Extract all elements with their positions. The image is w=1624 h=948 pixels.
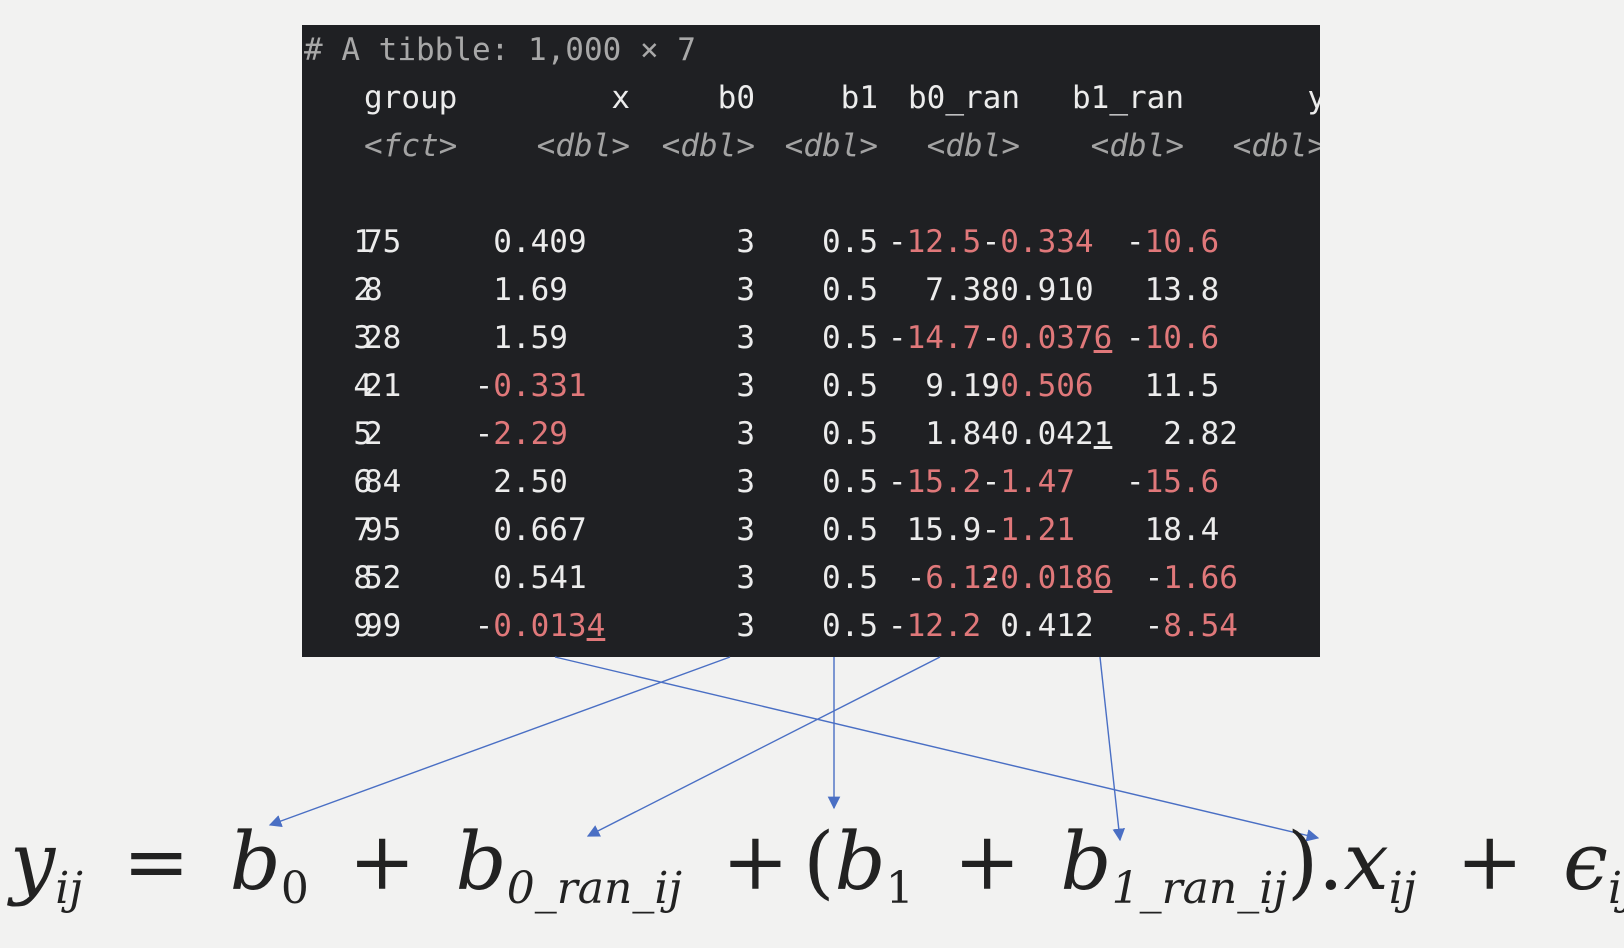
arrow-x-to-x-term [554, 656, 1320, 842]
mapping-arrows [268, 656, 1320, 842]
eq-b1-ran-subscript: 1_ran_ij [1111, 863, 1287, 915]
mixed-model-equation: yij = b0 + b0_ran_ij + (b1 + b1_ran_ij).x… [10, 812, 1624, 939]
eq-y-subscript: ij [55, 863, 83, 915]
eq-x-subscript: ij [1388, 863, 1417, 915]
eq-right-paren: ) [1286, 815, 1319, 908]
eq-b1-ran: b [1060, 815, 1112, 908]
arrow-b0ran-to-b0ran-term [586, 656, 941, 837]
eq-dot: . [1318, 815, 1344, 908]
eq-b0-ran-subscript: 0_ran_ij [506, 863, 683, 915]
eq-plus-3: + [953, 815, 1021, 908]
eq-plus-4: + [1456, 815, 1524, 908]
eq-x: x [1343, 815, 1389, 908]
eq-left-paren: ( [803, 815, 835, 908]
eq-b1-subscript: 1 [885, 863, 914, 915]
eq-y: y [10, 815, 56, 908]
eq-b0: b [229, 815, 281, 908]
eq-equals: = [122, 815, 190, 908]
eq-epsilon: ϵ [1563, 815, 1608, 908]
eq-plus-1: + [348, 815, 416, 908]
eq-b0-ran: b [455, 815, 507, 908]
eq-epsilon-subscript: ij [1607, 863, 1624, 915]
eq-plus-2: + [721, 815, 789, 908]
eq-b1: b [834, 815, 886, 908]
eq-b0-subscript: 0 [280, 863, 309, 915]
